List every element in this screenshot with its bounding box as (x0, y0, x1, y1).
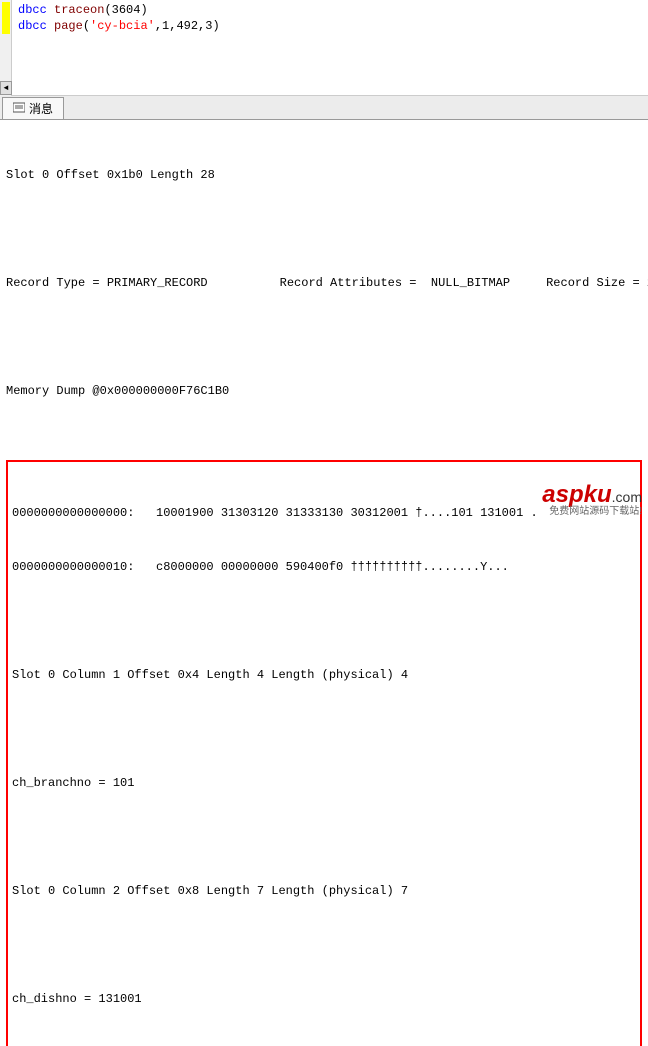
code-line-2: dbcc page('cy-bcia',1,492,3) (18, 18, 648, 34)
column-value: ch_dishno = 131001 (12, 990, 636, 1008)
args: (3604) (104, 3, 147, 17)
watermark-domain: .com (612, 489, 642, 505)
watermark-text: aspku (542, 481, 611, 508)
slot-header: Slot 0 Offset 0x1b0 Length 28 (6, 166, 642, 184)
dump-row: 0000000000000010: c8000000 00000000 5904… (12, 558, 636, 576)
watermark-subtitle: 免费网站源码下载站! (542, 507, 642, 517)
scroll-arrow-icon[interactable]: ◄ (0, 81, 12, 95)
results-tab-bar: 消息 (0, 96, 648, 120)
messages-output[interactable]: Slot 0 Offset 0x1b0 Length 28 Record Typ… (0, 120, 648, 1046)
tab-label: 消息 (29, 100, 53, 117)
memory-dump-header: Memory Dump @0x000000000F76C1B0 (6, 382, 642, 400)
watermark-logo: aspku.com 免费网站源码下载站! (542, 483, 642, 517)
column-header: Slot 0 Column 2 Offset 0x8 Length 7 Leng… (12, 882, 636, 900)
string-literal: 'cy-bcia' (90, 19, 155, 33)
function-name: traceon (54, 3, 104, 17)
args-rest: ,1,492,3) (155, 19, 220, 33)
function-name: page (54, 19, 83, 33)
messages-icon (13, 102, 25, 114)
column-header: Slot 0 Column 1 Offset 0x4 Length 4 Leng… (12, 666, 636, 684)
keyword: dbcc (18, 3, 47, 17)
gutter-highlight (2, 2, 10, 34)
highlighted-dump-region: 0000000000000000: 10001900 31303120 3133… (6, 460, 642, 1046)
sql-editor[interactable]: dbcc traceon(3604) dbcc page('cy-bcia',1… (0, 0, 648, 96)
keyword: dbcc (18, 19, 47, 33)
record-header: Record Type = PRIMARY_RECORD Record Attr… (6, 274, 642, 292)
tab-messages[interactable]: 消息 (2, 97, 64, 119)
paren-open: ( (83, 19, 90, 33)
column-value: ch_branchno = 101 (12, 774, 636, 792)
code-line-1: dbcc traceon(3604) (18, 2, 648, 18)
